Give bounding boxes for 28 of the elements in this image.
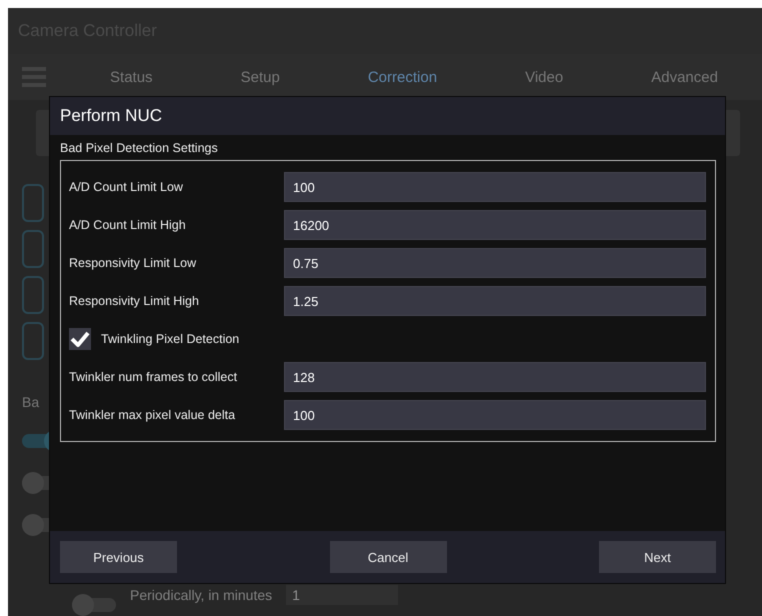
input-field[interactable]: 0.75 [284, 248, 706, 278]
dialog-button[interactable]: Cancel [330, 541, 446, 573]
field-label: Twinkler max pixel value delta [69, 408, 236, 422]
checkbox[interactable] [69, 328, 91, 350]
toggle-switch[interactable] [72, 594, 116, 616]
checkbox-label: Twinkling Pixel Detection [101, 332, 240, 346]
button-outline [22, 322, 44, 360]
input-field[interactable]: 16200 [284, 210, 706, 240]
section-title: Bad Pixel Detection Settings [60, 140, 219, 157]
input-field[interactable]: 100 [284, 172, 706, 202]
dialog-button[interactable]: Previous [60, 541, 177, 573]
tab[interactable]: Correction [362, 66, 444, 88]
field-label: A/D Count Limit High [69, 218, 187, 232]
field-label: A/D Count Limit Low [69, 180, 184, 194]
field-label: Responsivity Limit High [69, 294, 200, 308]
toggle-label: Periodically, in minutes [130, 587, 272, 603]
input-field[interactable]: 1.25 [284, 286, 706, 316]
field-label: Twinkler num frames to collect [69, 370, 238, 384]
section-label: Ba [22, 394, 40, 410]
input-field[interactable]: 128 [284, 362, 706, 392]
dialog-button[interactable]: Next [599, 541, 716, 573]
button-outline [22, 230, 44, 268]
button-outline [22, 184, 44, 222]
field-label: Responsivity Limit Low [69, 256, 198, 270]
input-field[interactable]: 100 [284, 400, 706, 430]
button-outline [22, 276, 44, 314]
minutes-field[interactable]: 1 [286, 585, 398, 605]
dialog-title: Perform NUC [60, 106, 162, 126]
